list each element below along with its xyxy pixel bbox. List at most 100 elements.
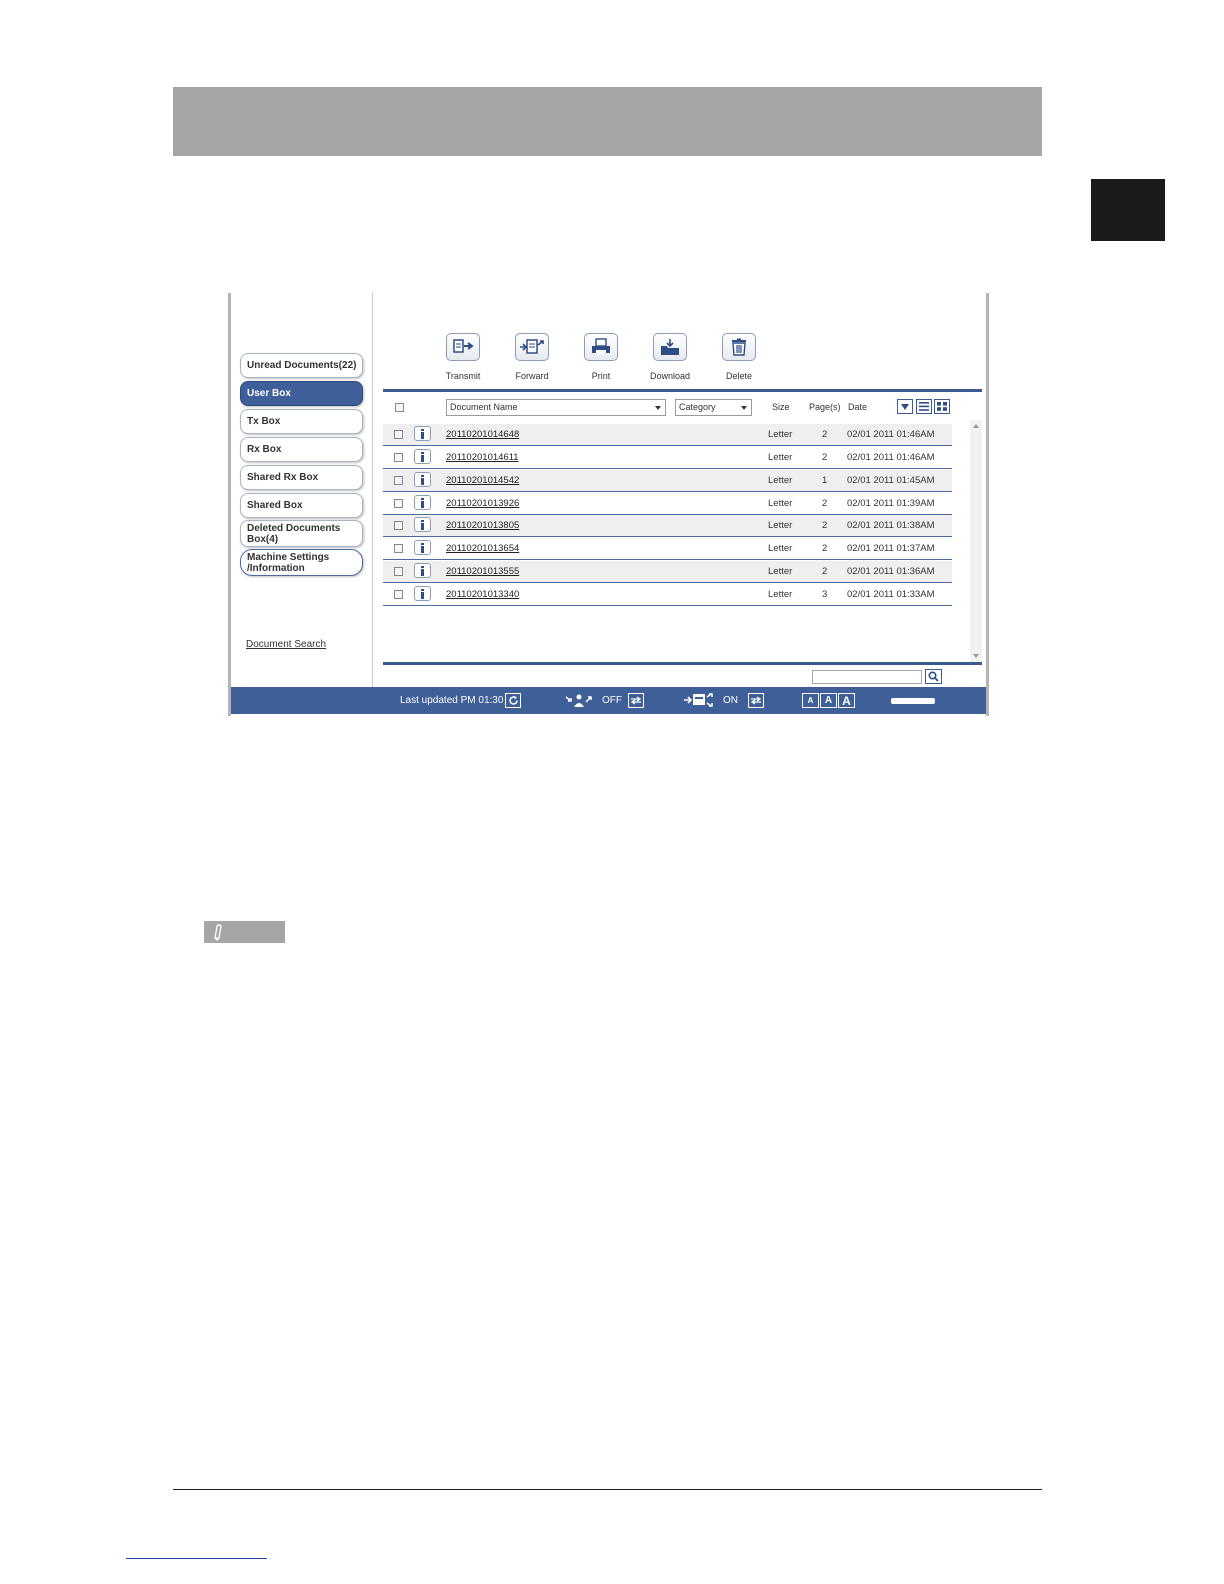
document-name-link[interactable]: 20110201013340 [446,589,519,600]
thumbnail-view-button[interactable] [934,399,950,414]
column-header-size[interactable]: Size [772,402,790,412]
row-checkbox[interactable] [394,476,403,485]
row-checkbox[interactable] [394,544,403,553]
document-size: Letter [768,475,793,486]
info-icon[interactable] [414,563,431,578]
table-row[interactable]: 20110201013805 Letter 2 02/01 2011 01:38… [383,515,952,537]
table-row[interactable]: 20110201014542 Letter 1 02/01 2011 01:45… [383,470,952,492]
table-scrollbar[interactable] [970,420,982,662]
sidebar-item-shared-rx-box[interactable]: Shared Rx Box [240,465,363,490]
list-view-icon [919,402,929,411]
last-updated-text: Last updated PM 01:30 [400,695,504,706]
document-size: Letter [768,543,793,554]
document-date: 02/01 2011 01:45AM [847,475,935,486]
select-all-checkbox[interactable] [395,403,404,412]
category-select[interactable]: Category [675,399,752,416]
list-view-button[interactable] [916,399,932,414]
sidebar-item-machine-settings[interactable]: Machine Settings /Information [240,549,363,576]
transmit-button[interactable]: Transmit [433,333,493,381]
swap-arrows-icon [750,696,762,705]
row-checkbox[interactable] [394,590,403,599]
search-button[interactable] [925,669,942,684]
document-size: Letter [768,589,793,600]
sidebar-item-unread-documents[interactable]: Unread Documents(22) [240,353,363,378]
forward-label: Forward [515,371,549,381]
sort-order-button[interactable] [897,399,913,414]
sidebar-item-deleted-documents-box[interactable]: Deleted Documents Box(4) [240,520,363,547]
pencil-note-icon [214,924,222,941]
table-row[interactable]: 20110201014648 Letter 2 02/01 2011 01:46… [383,424,952,446]
document-name-link[interactable]: 20110201013654 [446,543,519,554]
row-checkbox[interactable] [394,453,403,462]
info-icon[interactable] [414,540,431,555]
sidebar-item-label: Unread Documents(22) [247,360,357,371]
status-bar: Last updated PM 01:30 OFF ON A A A [231,687,986,714]
sidebar-divider [372,293,373,687]
row-checkbox[interactable] [394,521,403,530]
document-pages: 1 [822,475,828,486]
row-checkbox[interactable] [394,430,403,439]
note-label-box [204,921,285,943]
user-status-icon [565,693,593,713]
document-name-select-value: Document Name [450,402,518,412]
toggle-transfer-button[interactable] [748,693,764,708]
scroll-down-icon[interactable] [973,654,979,658]
table-bottom-rule [383,662,982,665]
table-row[interactable]: 20110201013926 Letter 2 02/01 2011 01:39… [383,493,952,515]
table-row[interactable]: 20110201014611 Letter 2 02/01 2011 01:46… [383,447,952,469]
table-row[interactable]: 20110201013340 Letter 3 02/01 2011 01:33… [383,584,952,606]
toggle-notification-button[interactable] [628,693,644,708]
trash-icon [722,333,756,361]
document-name-link[interactable]: 20110201014542 [446,475,519,486]
search-input[interactable] [812,670,922,684]
ui-screenshot: Unread Documents(22) User Box Tx Box Rx … [228,293,989,716]
document-search-link[interactable]: Document Search [246,639,326,650]
delete-button[interactable]: Delete [709,333,769,381]
font-size-small-button[interactable]: A [802,693,819,708]
document-date: 02/01 2011 01:37AM [847,543,935,554]
info-icon[interactable] [414,472,431,487]
sidebar-item-tx-box[interactable]: Tx Box [240,409,363,434]
forward-button[interactable]: Forward [502,333,562,381]
print-icon [584,333,618,361]
transmit-label: Transmit [445,371,481,381]
document-size: Letter [768,429,793,440]
document-name-link[interactable]: 20110201013805 [446,520,519,531]
scroll-up-icon[interactable] [973,424,979,428]
document-name-link[interactable]: 20110201014648 [446,429,519,440]
info-icon[interactable] [414,495,431,510]
sidebar-item-shared-box[interactable]: Shared Box [240,493,363,518]
document-pages: 2 [822,566,828,577]
refresh-icon [508,695,518,705]
document-pages: 3 [822,589,828,600]
font-size-medium-button[interactable]: A [820,693,837,708]
window-frame-right [986,293,989,716]
document-name-link[interactable]: 20110201014611 [446,452,519,463]
sidebar-item-user-box[interactable]: User Box [240,381,363,406]
document-name-link[interactable]: 20110201013555 [446,566,519,577]
font-size-large-button[interactable]: A [838,693,855,708]
refresh-button[interactable] [505,693,521,708]
document-name-link[interactable]: 20110201013926 [446,498,519,509]
column-header-date[interactable]: Date [848,402,867,412]
document-pages: 2 [822,520,828,531]
sidebar-item-label-line1: Deleted Documents [247,522,341,534]
table-row[interactable]: 20110201013654 Letter 2 02/01 2011 01:37… [383,538,952,560]
sidebar-item-rx-box[interactable]: Rx Box [240,437,363,462]
chevron-down-icon [741,406,747,410]
window-frame-left [228,293,231,716]
download-button[interactable]: Download [640,333,700,381]
info-icon[interactable] [414,449,431,464]
info-icon[interactable] [414,586,431,601]
info-icon[interactable] [414,517,431,532]
print-button[interactable]: Print [571,333,631,381]
row-checkbox[interactable] [394,499,403,508]
transmit-icon [446,333,480,361]
document-name-select[interactable]: Document Name [446,399,666,416]
table-row[interactable]: 20110201013555 Letter 2 02/01 2011 01:36… [383,561,952,583]
sidebar-item-label: Deleted Documents Box(4) [247,523,340,545]
row-checkbox[interactable] [394,567,403,576]
info-icon[interactable] [414,426,431,441]
transfer-on-text: ON [723,695,738,706]
column-header-pages[interactable]: Page(s) [809,402,841,412]
